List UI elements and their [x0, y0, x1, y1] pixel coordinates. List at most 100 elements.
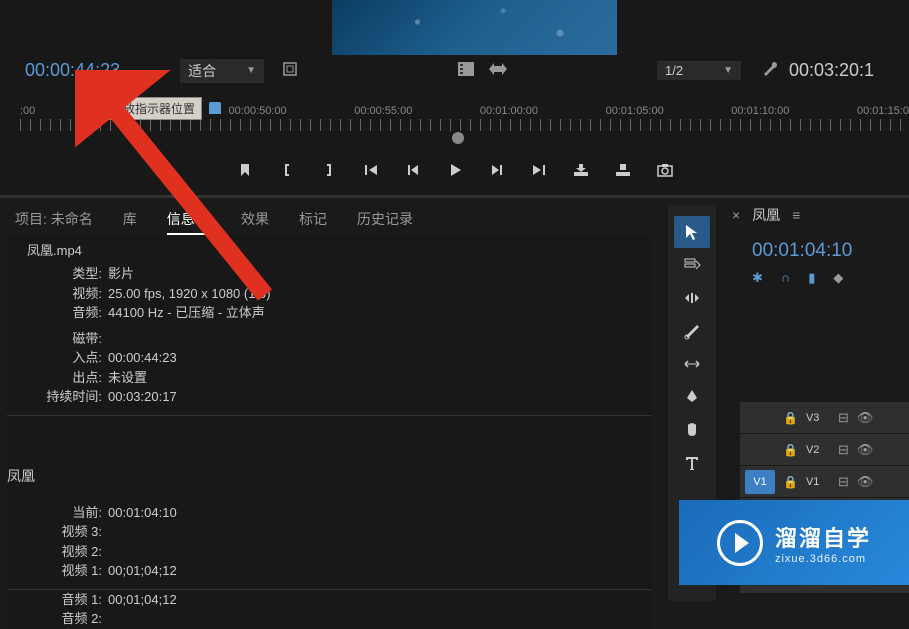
video-overlay-icon[interactable] — [458, 62, 474, 79]
track-row[interactable]: V1 🔒 V1 ⊟ 👁 — [740, 466, 909, 498]
watermark: 溜溜自学 zixue.3d66.com — [679, 500, 909, 585]
out-bracket-button[interactable] — [319, 160, 339, 180]
time-mark: 00:01:10:00 — [731, 105, 789, 117]
info-label: 类型: — [27, 264, 102, 284]
toggle-output-icon[interactable]: ⊟ — [838, 442, 849, 458]
sequence-name: 凤凰 — [7, 461, 652, 491]
info-value: 00;01;04;12 — [108, 590, 177, 610]
toggle-output-icon[interactable]: ⊟ — [838, 410, 849, 426]
tab-history[interactable]: 历史记录 — [357, 205, 413, 235]
info-value: 影片 — [108, 264, 134, 284]
go-to-out-button[interactable] — [529, 160, 549, 180]
info-value: 未设置 — [108, 368, 147, 388]
timeline-timecode[interactable]: 00:01:04:10 — [752, 240, 852, 262]
info-value: 00:03:20:17 — [108, 387, 177, 407]
insert-button[interactable] — [571, 160, 591, 180]
lock-icon[interactable]: 🔒 — [783, 443, 798, 457]
timeline-title: 凤凰 — [752, 205, 780, 225]
eye-icon[interactable]: 👁 — [857, 442, 874, 458]
step-forward-button[interactable] — [487, 160, 507, 180]
type-tool[interactable] — [674, 447, 710, 479]
tab-info[interactable]: 信息≡ — [167, 205, 211, 235]
step-back-button[interactable] — [403, 160, 423, 180]
zoom-fit-dropdown[interactable]: 适合 ▼ — [180, 59, 264, 83]
info-label: 视频 1: — [27, 561, 102, 581]
tab-project[interactable]: 项目: 未命名 — [15, 205, 93, 235]
overwrite-button[interactable] — [613, 160, 633, 180]
ruler-ticks — [20, 119, 909, 131]
tab-effects[interactable]: 效果 — [241, 205, 269, 235]
pointer-cursor-icon — [80, 72, 100, 99]
pen-tool[interactable] — [674, 381, 710, 413]
marker-icon[interactable]: ▮ — [808, 270, 815, 286]
lock-icon[interactable]: 🔒 — [783, 475, 798, 489]
playhead-marker[interactable] — [209, 102, 221, 114]
marker-button[interactable] — [235, 160, 255, 180]
playhead-tooltip: 播放指示器位置 — [104, 97, 202, 120]
lock-icon[interactable]: 🔒 — [783, 411, 798, 425]
panel-menu-icon[interactable]: ≡ — [792, 207, 800, 223]
source-toggle[interactable]: V1 — [745, 470, 775, 494]
info-label: 视频 2: — [27, 542, 102, 562]
track-row[interactable]: 🔒 V2 ⊟ 👁 — [740, 434, 909, 466]
track-row[interactable]: 🔒 V3 ⊟ 👁 — [740, 402, 909, 434]
chevron-down-icon: ▼ — [246, 65, 256, 76]
track-select-tool[interactable] — [674, 249, 710, 281]
time-mark: 00:00:50:00 — [229, 105, 287, 117]
tab-menu-icon[interactable]: ≡ — [203, 211, 211, 227]
hand-tool[interactable] — [674, 414, 710, 446]
info-value: 25.00 fps, 1920 x 1080 (1.0) — [108, 284, 271, 304]
tab-markers[interactable]: 标记 — [299, 205, 327, 235]
info-panel: 凤凰.mp4 类型: 影片 视频: 25.00 fps, 1920 x 1080 (… — [7, 235, 652, 629]
in-timecode[interactable]: 00:00:44:23 — [25, 60, 120, 81]
chevron-down-icon: ▼ — [723, 65, 733, 76]
snap-icon[interactable]: ✱ — [752, 270, 763, 286]
preview-thumbnail — [332, 0, 617, 55]
info-value: 00;01;04;12 — [108, 561, 177, 581]
info-label: 当前: — [27, 503, 102, 523]
scroll-thumb[interactable] — [452, 132, 464, 144]
info-label: 视频: — [27, 284, 102, 304]
time-mark: 00:00:55:00 — [354, 105, 412, 117]
ripple-edit-tool[interactable] — [674, 282, 710, 314]
linked-selection-icon[interactable]: ∩ — [781, 270, 790, 286]
info-value: 44100 Hz - 已压缩 - 立体声 — [108, 303, 265, 323]
resolution-label: 1/2 — [665, 63, 683, 78]
export-frame-button[interactable] — [655, 160, 675, 180]
fit-label: 适合 — [188, 61, 216, 81]
output-icon[interactable] — [489, 63, 507, 78]
go-to-in-button[interactable] — [361, 160, 381, 180]
settings-icon[interactable]: ◆ — [833, 270, 843, 286]
info-value: 00:00:44:23 — [108, 348, 177, 368]
track-name: V1 — [806, 476, 830, 488]
resolution-dropdown[interactable]: 1/2 ▼ — [657, 61, 741, 80]
source-toggle[interactable] — [745, 406, 775, 430]
razor-tool[interactable] — [674, 315, 710, 347]
info-label: 磁带: — [27, 329, 102, 349]
source-toggle[interactable] — [745, 438, 775, 462]
tab-library[interactable]: 库 — [123, 205, 137, 235]
track-name: V2 — [806, 444, 830, 456]
settings-overlay-icon[interactable] — [282, 61, 298, 80]
toggle-output-icon[interactable]: ⊟ — [838, 474, 849, 490]
close-icon[interactable]: × — [732, 207, 740, 223]
watermark-logo-icon — [717, 520, 763, 566]
selection-tool[interactable] — [674, 216, 710, 248]
info-label: 视频 3: — [27, 522, 102, 542]
info-label: 持续时间: — [27, 387, 102, 407]
eye-icon[interactable]: 👁 — [857, 474, 874, 490]
info-label: 出点: — [27, 368, 102, 388]
play-button[interactable] — [445, 160, 465, 180]
wrench-icon[interactable] — [761, 60, 779, 81]
time-mark: 00:01:05:00 — [606, 105, 664, 117]
in-bracket-button[interactable] — [277, 160, 297, 180]
track-name: V3 — [806, 412, 830, 424]
time-mark: :00 — [20, 105, 35, 117]
info-filename: 凤凰.mp4 — [7, 235, 652, 264]
eye-icon[interactable]: 👁 — [857, 410, 874, 426]
info-value: 00:01:04:10 — [108, 503, 177, 523]
info-label: 音频 2: — [27, 609, 102, 629]
watermark-title: 溜溜自学 — [775, 521, 871, 553]
info-label: 入点: — [27, 348, 102, 368]
slip-tool[interactable] — [674, 348, 710, 380]
